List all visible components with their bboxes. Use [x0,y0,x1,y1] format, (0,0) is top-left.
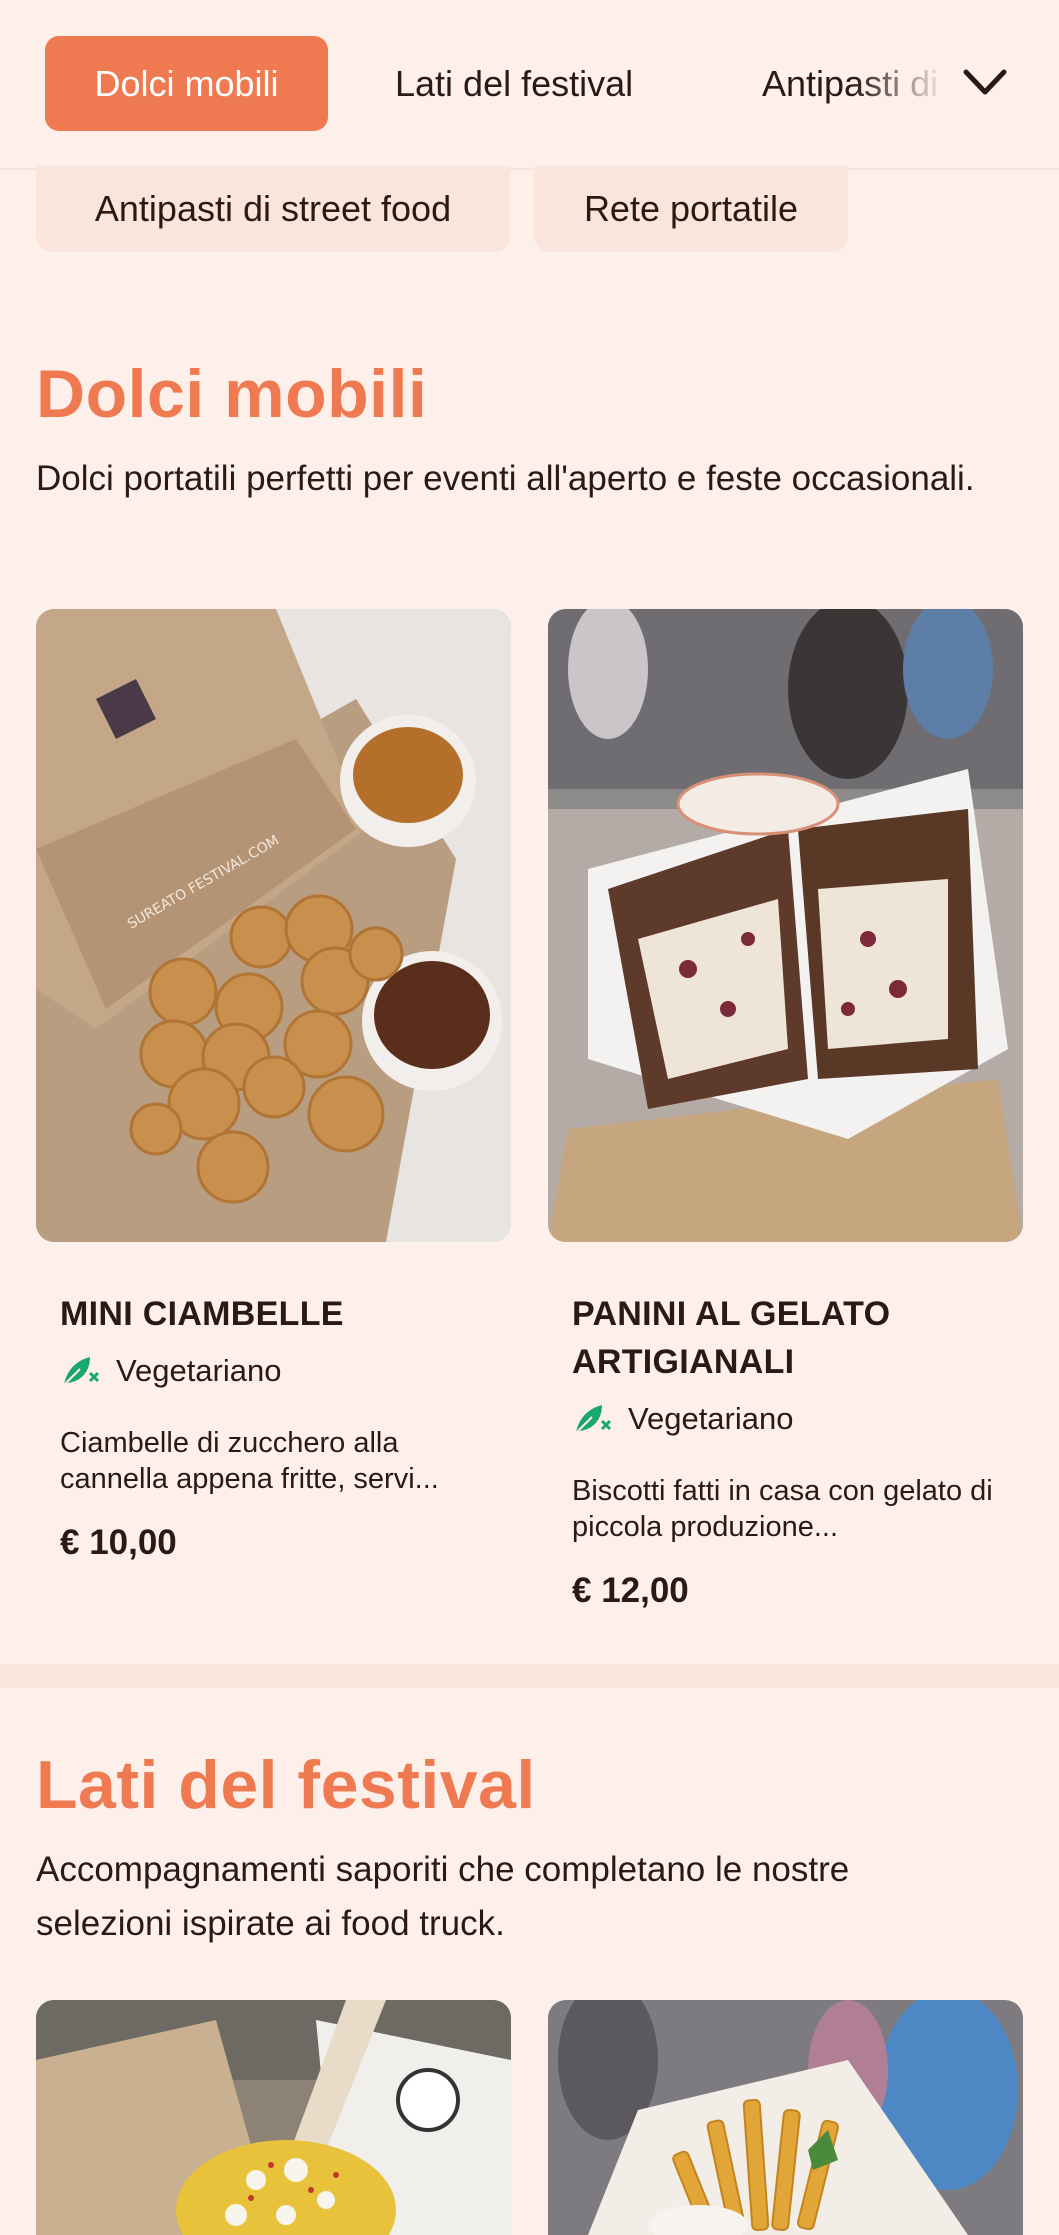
vegetarian-label: Vegetariano [116,1353,282,1388]
section-title: Lati del festival [36,1747,536,1823]
section-description: Accompagnamenti saporiti che completano … [36,1850,850,1943]
item-description: Ciambelle di zucchero alla cannella appe… [60,1427,439,1495]
section-description: Dolci portatili perfetti per eventi all'… [36,459,975,498]
vegetarian-badge: Vegetariano [60,1353,281,1389]
mini-donuts-image[interactable]: SUREATO FESTIVAL.COM [36,609,511,1242]
section-title: Dolci mobili [36,356,428,432]
item-price: € 12,00 [572,1571,689,1610]
section-divider [0,1664,1059,1688]
tab-antipasti-partial[interactable]: Antipasti di street food [762,36,947,131]
loaded-fries-image[interactable] [548,2000,1023,2235]
vegetarian-leaf-icon [63,1357,100,1386]
tab-dolci-mobili[interactable]: Dolci mobili [45,36,328,131]
item-description: Biscotti fatti in casa con gelato di pic… [572,1475,993,1543]
street-corn-image[interactable] [36,2000,511,2235]
ice-cream-sandwich-image[interactable] [548,609,1023,1242]
item-price: € 10,00 [60,1523,177,1562]
tab-rete-portatile[interactable]: Rete portatile [534,166,848,252]
item-name[interactable]: PANINI AL GELATO ARTIGIANALI [572,1290,1012,1386]
vegetarian-badge: Vegetariano [572,1401,793,1437]
vegetarian-leaf-icon [575,1405,612,1434]
vegetarian-label: Vegetariano [628,1401,794,1436]
item-name[interactable]: MINI CIAMBELLE [60,1290,500,1338]
chevron-down-icon[interactable] [960,60,1010,104]
tab-antipasti-di-street-food[interactable]: Antipasti di street food [36,166,510,252]
category-nav: Dolci mobili Lati del festival Antipasti… [0,0,1059,170]
tab-lati-del-festival[interactable]: Lati del festival [395,36,633,131]
